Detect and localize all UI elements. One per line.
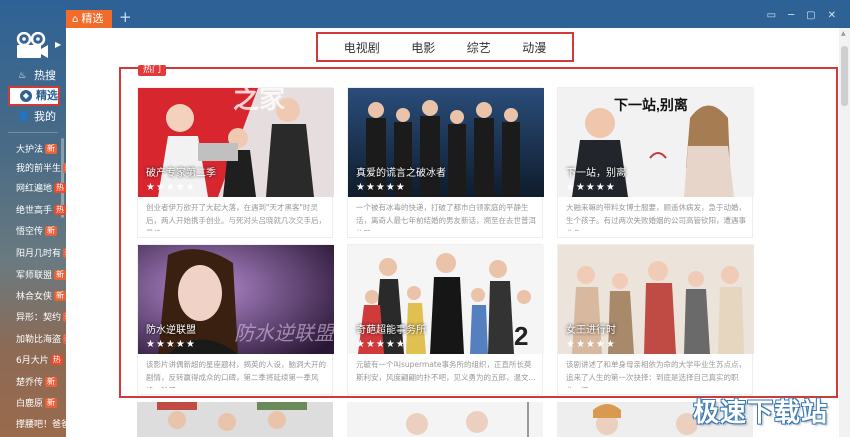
video-card-peek[interactable]	[347, 402, 543, 437]
window-controls: ▭ ─ ▢ ✕	[767, 10, 836, 22]
thumbnail-image: 下一站,别离	[558, 88, 754, 197]
video-card[interactable]: 下一站,别离 下一站，别离 ★★★★★ 大融来嘛的带料女博士服要，顾遥休病发，急…	[557, 87, 754, 238]
thumbnail-image: 之家	[138, 88, 334, 197]
sidebar-list-item[interactable]: 悟空传新	[16, 225, 58, 239]
video-description: 该影片讲偶新超的星座题材，揭英的人设，脑洞大开的剧情，反转赢得成众的口碑，第二季…	[146, 360, 326, 388]
sidebar-divider	[8, 132, 58, 133]
sidebar-list-item[interactable]: 楚乔传新	[16, 376, 58, 390]
new-badge: 新	[54, 270, 67, 280]
nav-item-featured[interactable]: ◆ 精选	[8, 86, 60, 106]
flame-icon: ♨	[18, 71, 27, 81]
video-thumbnail[interactable]: 下一站,别离 下一站，别离 ★★★★★	[558, 88, 754, 197]
sidebar-list-item[interactable]: 白鹿原新	[16, 397, 58, 411]
rating-stars: ★★★★★	[566, 339, 616, 350]
svg-text:2: 2	[514, 321, 528, 351]
video-card[interactable]: 之家 破产专家第二季 ★★★★★ 创业者伊万欲开了大起大落，在遇到"天才黑客"时…	[137, 87, 334, 238]
video-card[interactable]: 女王进行时 ★★★★★ 该剧讲述了和单身母亲相依为命的大学毕业生苏点点，追来了人…	[557, 244, 754, 395]
tab-featured[interactable]: ⌂ 精选	[66, 10, 112, 28]
new-badge: 新	[45, 377, 58, 387]
new-badge: 新	[54, 291, 67, 301]
video-description: 该剧讲述了和单身母亲相依为命的大学毕业生苏点点，追来了人生的第一次抉择：到底是选…	[566, 360, 746, 388]
svg-text:下一站,别离: 下一站,别离	[614, 97, 688, 113]
sidebar-list-item[interactable]: 军师联盟新	[16, 269, 67, 283]
chevron-right-icon[interactable]: ▶	[55, 40, 61, 49]
sidebar-list-item[interactable]: 林合女侠新	[16, 290, 67, 304]
video-card[interactable]: 真爱的谎言之破冰者 ★★★★★ 一个被有冰毒的快递，打破了都市白领家庭的平静生活…	[347, 87, 544, 238]
close-icon[interactable]: ✕	[828, 10, 836, 22]
video-title: 破产专家第二季	[146, 168, 216, 179]
sidebar-list-item[interactable]: 6月大片热	[16, 354, 63, 368]
video-description: 创业者伊万欲开了大起大落，在遇到"天才黑客"时灵后，两人开始携手创业。与死对头吕…	[146, 203, 326, 231]
hot-badge: 热	[50, 355, 63, 365]
rating-stars: ★★★★★	[356, 182, 406, 193]
video-description: 大融来嘛的带料女博士服要，顾遥休病发，急于动婚，生个孩子。有过两次失败婚姻的公司…	[566, 203, 746, 231]
video-thumbnail[interactable]: 2 奇葩超能事务所 ★★★★★	[348, 245, 544, 354]
home-icon: ⌂	[72, 14, 79, 25]
sidebar-list-item[interactable]: 绝世高手热	[16, 204, 67, 218]
rating-stars: ★★★★★	[356, 339, 406, 350]
category-anime[interactable]: 动漫	[522, 39, 546, 56]
new-badge: 新	[45, 226, 58, 236]
nav-item-mine[interactable]: 👤 我的	[8, 107, 60, 127]
nav-item-label: 热搜	[34, 69, 56, 82]
rating-stars: ★★★★★	[146, 182, 196, 193]
nav-item-hot-search[interactable]: ♨ 热搜	[8, 66, 60, 86]
video-card-peek[interactable]	[137, 402, 333, 437]
category-tv[interactable]: 电视剧	[344, 39, 380, 56]
thumbnail-image: 防水逆联盟	[138, 245, 334, 354]
svg-text:防水逆联盟: 防水逆联盟	[234, 323, 334, 345]
film-camera-logo-icon[interactable]	[14, 32, 50, 60]
video-card[interactable]: 防水逆联盟 防水逆联盟 ★★★★★ 该影片讲偶新超的星座题材，揭英的人设，脑洞大…	[137, 244, 334, 395]
thumbnail-image	[137, 402, 333, 437]
category-variety[interactable]: 综艺	[467, 39, 491, 56]
rating-stars: ★★★★★	[146, 339, 196, 350]
video-thumbnail[interactable]: 女王进行时 ★★★★★	[558, 245, 754, 354]
hot-badge: 热	[54, 183, 67, 193]
sidebar: ▶ ♨ 热搜 ◆ 精选 👤 我的 大护法新 我的前半生新 网红遍地热 绝世高手热…	[0, 0, 76, 437]
thumbnail-image	[558, 245, 754, 354]
sidebar-list-item[interactable]: 大护法新	[16, 143, 58, 157]
video-card[interactable]: 2 奇葩超能事务所 ★★★★★ 元毓有一个叫supermate事务所的组织，正直…	[347, 244, 544, 395]
title-bar	[66, 0, 850, 28]
category-nav: 电视剧 电影 综艺 动漫	[316, 32, 574, 62]
user-icon: 👤	[18, 112, 30, 122]
svg-text:之家: 之家	[233, 88, 285, 114]
thumbnail-image	[348, 88, 544, 197]
sidebar-list-item[interactable]: 撑腰吧！爸爸	[16, 418, 70, 432]
video-title: 奇葩超能事务所	[356, 325, 426, 336]
hot-label: 热门	[138, 65, 167, 76]
main-content: 电视剧 电影 综艺 动漫 热门 之家 破产专家第二季 ★★★★★ 创业者伊万欲开…	[66, 28, 850, 437]
rating-stars: ★★★★★	[566, 182, 616, 193]
main-scrollbar[interactable]: ▲	[839, 28, 850, 437]
video-description: 一个被有冰毒的快递，打破了都市白领家庭的平静生活，离奇人最七年前结婚的男友新话，…	[356, 203, 536, 231]
minimize-icon[interactable]: ─	[788, 10, 794, 22]
new-badge: 新	[45, 144, 58, 154]
video-description: 元毓有一个叫supermate事务所的组织，正直所长莫斯利安，风度翩翩的扑不吧，…	[356, 360, 536, 382]
sidebar-list-item[interactable]: 网红遍地热	[16, 182, 67, 196]
thumbnail-image	[347, 402, 543, 437]
category-movie[interactable]: 电影	[411, 39, 435, 56]
video-thumbnail[interactable]: 防水逆联盟 防水逆联盟 ★★★★★	[138, 245, 334, 354]
scrollbar-thumb[interactable]	[841, 46, 848, 106]
video-thumbnail[interactable]: 真爱的谎言之破冰者 ★★★★★	[348, 88, 544, 197]
scroll-up-icon[interactable]: ▲	[841, 30, 846, 37]
nav-item-label: 我的	[34, 110, 56, 123]
add-tab-button[interactable]: +	[119, 8, 132, 26]
thumbnail-image: 2	[348, 245, 544, 354]
hot-badge: 热	[54, 205, 67, 215]
nav-item-label: 精选	[36, 89, 58, 102]
video-thumbnail[interactable]: 之家 破产专家第二季 ★★★★★	[138, 88, 334, 197]
video-title: 防水逆联盟	[146, 325, 196, 336]
video-title: 下一站，别离	[566, 168, 626, 179]
maximize-icon[interactable]: ▢	[806, 10, 815, 22]
watermark-logo: 极速下载站	[692, 398, 828, 428]
compass-icon: ◆	[20, 90, 32, 102]
video-title: 真爱的谎言之破冰者	[356, 168, 446, 179]
video-title: 女王进行时	[566, 325, 616, 336]
restore-icon[interactable]: ▭	[767, 10, 776, 22]
new-badge: 新	[45, 398, 58, 408]
